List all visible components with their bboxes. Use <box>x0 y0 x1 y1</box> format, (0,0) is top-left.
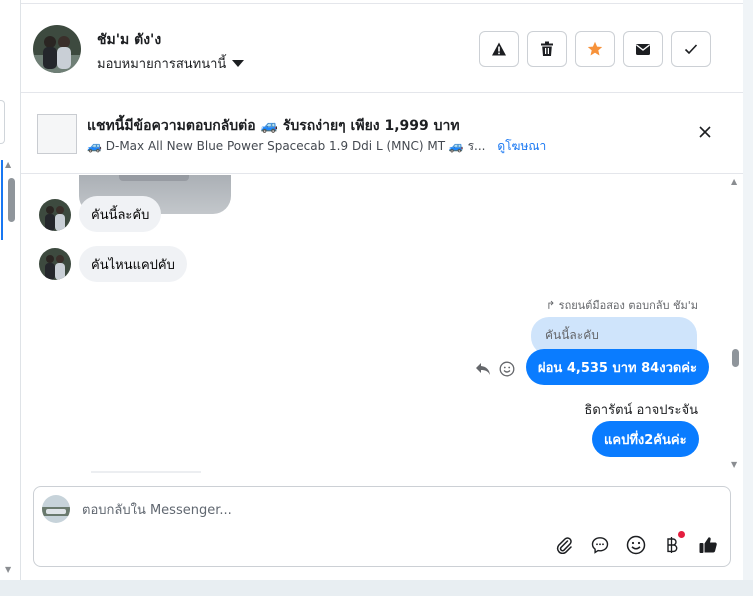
thread-scroll-down-arrow[interactable]: ▼ <box>731 460 737 469</box>
notification-dot <box>678 531 685 538</box>
divider <box>91 471 201 473</box>
message-actions <box>475 361 515 377</box>
ad-title: แชทนี้มีข้อความตอบกลับต่อ 🚙 รับรถง่ายๆ เ… <box>87 118 460 134</box>
contact-avatar-small <box>39 199 71 231</box>
assign-dropdown[interactable]: มอบหมายการสนทนานี้ <box>97 53 245 74</box>
caret-down-icon <box>232 60 245 67</box>
app-root: ▲ ▼ ชัม'ม ตัง'ง มอบหมายการสนทนานี้ แชทนี… <box>0 0 753 596</box>
sender-name: ธิดารัตน์ อาจประจัน <box>584 403 698 418</box>
active-indicator <box>1 160 3 240</box>
outgoing-message[interactable]: แคปทึ่ง2คันค่ะ <box>592 421 699 457</box>
assign-label: มอบหมายการสนทนานี้ <box>97 57 227 72</box>
close-icon[interactable] <box>698 124 712 143</box>
left-scroll-up-arrow[interactable]: ▲ <box>5 160 11 169</box>
incoming-message[interactable]: คันนี้ละคับ <box>79 196 162 232</box>
ad-subtitle: 🚙 D-Max All New Blue Power Spacecab 1.9 … <box>87 139 486 153</box>
message-thread: คันนี้ละคับ คันไหนแคปคับ ↱ รถยนต์มือสอง … <box>21 175 743 475</box>
thread-scroll-up-arrow[interactable]: ▲ <box>731 177 737 186</box>
contact-name: ชัม'ม ตัง'ง <box>97 32 162 48</box>
reply-input[interactable] <box>82 499 582 521</box>
left-sidebar-strip: ▲ ▼ <box>0 0 21 596</box>
emoji-icon[interactable] <box>625 534 647 556</box>
car-shape <box>119 175 189 181</box>
conversation-header: ชัม'ม ตัง'ง มอบหมายการสนทนานี้ <box>21 4 743 93</box>
view-ad-link[interactable]: ดูโฆษณา <box>497 139 546 153</box>
page-avatar <box>42 495 70 523</box>
conversation-panel: ชัม'ม ตัง'ง มอบหมายการสนทนานี้ แชทนี้มีข… <box>21 0 743 580</box>
reply-context-label: ↱ รถยนต์มือสอง ตอบกลับ ชัม'ม <box>545 299 698 312</box>
contact-avatar-small <box>39 248 71 280</box>
collapsed-tab[interactable] <box>0 100 5 144</box>
ad-thumbnail-image[interactable] <box>37 114 77 154</box>
warning-icon <box>492 42 506 56</box>
star-icon <box>587 41 603 56</box>
mark-unread-button[interactable] <box>623 31 663 67</box>
page-bottom-strip <box>0 580 753 596</box>
thread-scrollbar-thumb[interactable] <box>732 349 739 367</box>
incoming-message[interactable]: คันไหนแคปคับ <box>79 246 187 282</box>
mail-icon <box>636 43 650 55</box>
check-icon <box>684 44 698 55</box>
ad-context-banner: แชทนี้มีข้อความตอบกลับต่อ 🚙 รับรถง่ายๆ เ… <box>21 94 743 174</box>
outgoing-message[interactable]: ผ่อน 4,535 บาท 84งวดค่ะ <box>526 349 709 385</box>
reply-icon[interactable] <box>475 362 491 376</box>
ad-subtitle-row: 🚙 D-Max All New Blue Power Spacecab 1.9 … <box>87 137 546 156</box>
mark-spam-button[interactable] <box>479 31 519 67</box>
delete-button[interactable] <box>527 31 567 67</box>
trash-icon <box>541 41 553 56</box>
react-emoji-icon[interactable] <box>499 361 515 377</box>
left-scroll-down-arrow[interactable]: ▼ <box>5 565 11 574</box>
message-composer <box>33 486 731 567</box>
contact-avatar[interactable] <box>33 25 81 73</box>
like-icon[interactable] <box>697 534 719 556</box>
star-button[interactable] <box>575 31 615 67</box>
baht-icon[interactable] <box>661 531 685 556</box>
left-scrollbar-thumb[interactable] <box>8 178 15 222</box>
saved-reply-icon[interactable] <box>589 534 611 556</box>
mark-done-button[interactable] <box>671 31 711 67</box>
attachment-icon[interactable] <box>553 534 575 556</box>
